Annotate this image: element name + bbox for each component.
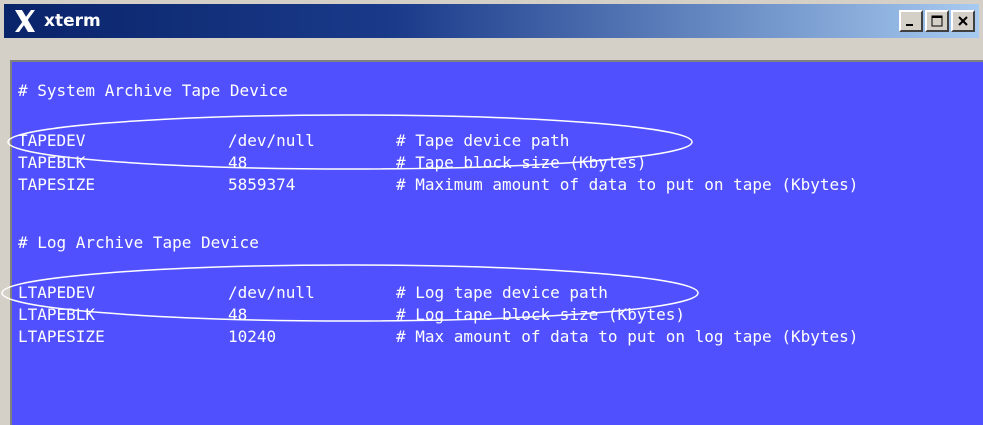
config-value: 48 — [228, 153, 248, 172]
window-controls — [899, 10, 975, 32]
terminal-screen[interactable]: # System Archive Tape Device TAPEDEV /de… — [10, 60, 983, 425]
maximize-button[interactable] — [925, 10, 949, 32]
config-comment: # Max amount of data to put on log tape … — [396, 327, 859, 346]
x-logo-icon — [10, 6, 40, 36]
config-value: 48 — [228, 305, 248, 324]
window-title: xterm — [44, 11, 101, 31]
log-archive-header: # Log Archive Tape Device — [18, 233, 259, 252]
config-name: LTAPESIZE — [18, 327, 105, 346]
config-name: TAPESIZE — [18, 175, 96, 194]
config-value: /dev/null — [228, 131, 315, 150]
config-name: TAPEDEV — [18, 131, 86, 150]
config-comment: # Log tape block size (Kbytes) — [396, 305, 685, 324]
config-value: 10240 — [228, 327, 277, 346]
config-value: 5859374 — [228, 175, 296, 194]
config-row-ltapesize: LTAPESIZE 10240 # Max amount of data to … — [18, 326, 858, 348]
config-name: LTAPEBLK — [18, 305, 96, 324]
config-row-tapeblk: TAPEBLK 48 # Tape block size (Kbytes) — [18, 152, 646, 174]
config-row-ltapedev: LTAPEDEV /dev/null # Log tape device pat… — [18, 282, 608, 304]
system-archive-header: # System Archive Tape Device — [18, 81, 288, 100]
close-icon — [958, 16, 968, 26]
xterm-window: xterm # System Archive Tape Device TAPED… — [0, 0, 983, 425]
config-row-tapesize: TAPESIZE 5859374 # Maximum amount of dat… — [18, 174, 858, 196]
config-name: TAPEBLK — [18, 153, 86, 172]
config-value: /dev/null — [228, 283, 315, 302]
config-comment: # Tape device path — [396, 131, 570, 150]
minimize-icon — [906, 24, 913, 26]
config-row-ltapeblk: LTAPEBLK 48 # Log tape block size (Kbyte… — [18, 304, 685, 326]
config-row-tapedev: TAPEDEV /dev/null # Tape device path — [18, 130, 569, 152]
config-comment: # Tape block size (Kbytes) — [396, 153, 647, 172]
minimize-button[interactable] — [899, 10, 923, 32]
config-comment: # Log tape device path — [396, 283, 608, 302]
config-comment: # Maximum amount of data to put on tape … — [396, 175, 859, 194]
config-name: LTAPEDEV — [18, 283, 96, 302]
close-button[interactable] — [951, 10, 975, 32]
maximize-icon — [931, 15, 943, 27]
title-bar[interactable]: xterm — [4, 4, 979, 38]
